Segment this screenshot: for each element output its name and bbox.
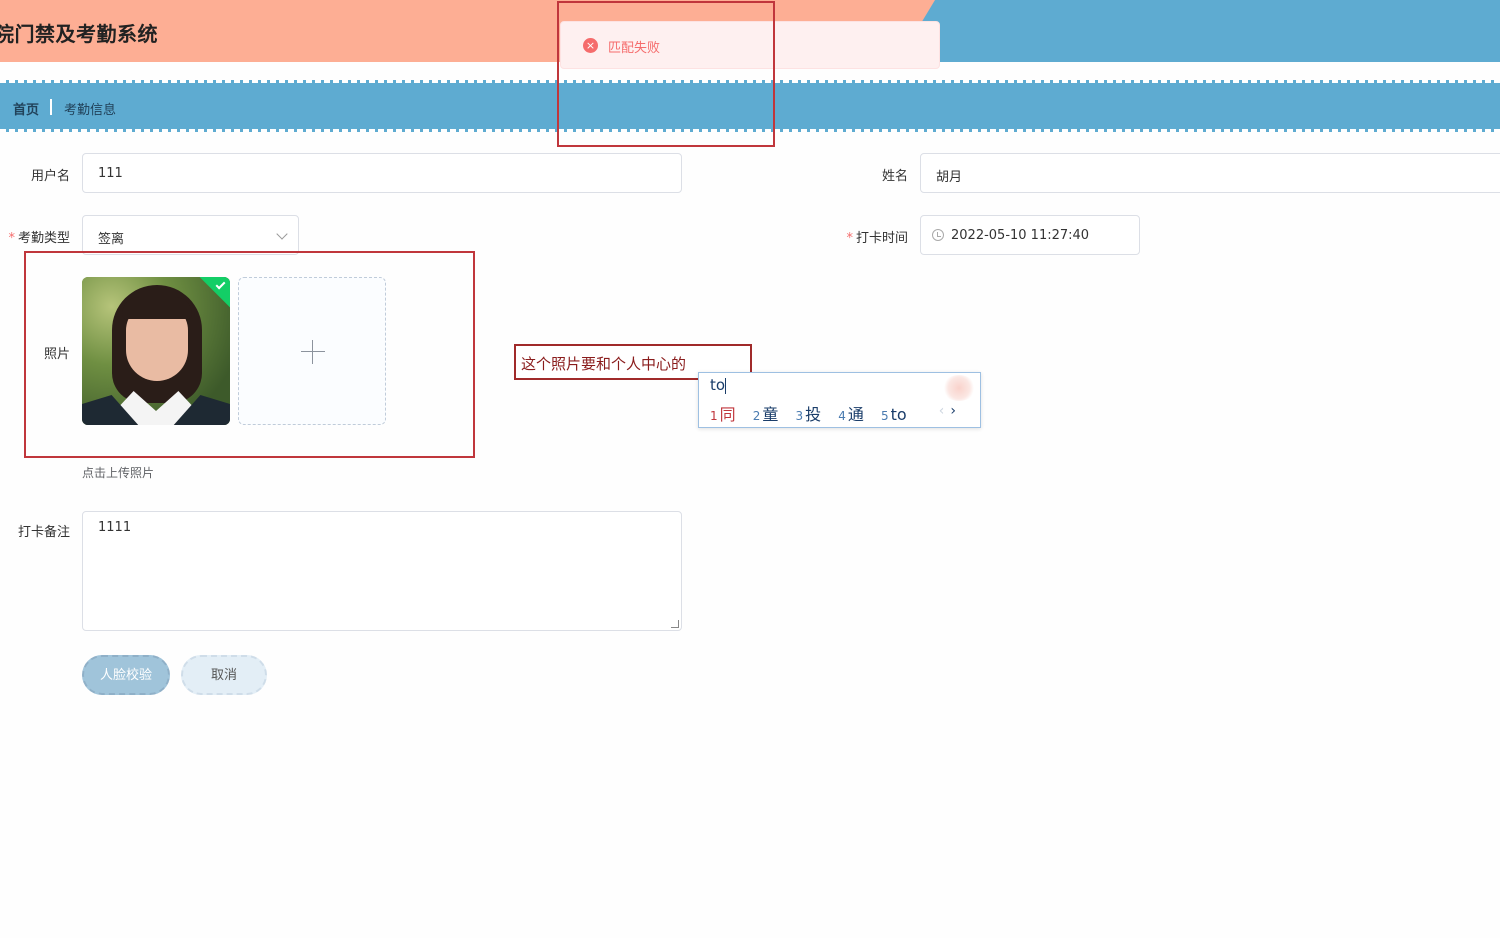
ime-candidate[interactable]: 3投 [796,401,822,425]
annotation-text: 这个照片要和个人中心的 [521,355,687,373]
attendance-type-value: 签离 [98,232,125,247]
breadcrumb-home[interactable]: 首页 [13,99,39,118]
attendance-type-label-text: 考勤类型 [17,231,70,246]
ime-skin-decoration [942,375,976,401]
required-mark: * [8,231,15,246]
app-title: 院门禁及考勤系统 [0,22,158,46]
ime-composition: to [710,376,727,394]
chevron-down-icon [276,228,288,240]
breadcrumb-current: 考勤信息 [64,103,117,118]
upload-hint: 点击上传照片 [82,466,155,480]
name-input[interactable]: 胡月 [920,153,1500,193]
ime-next-icon[interactable]: › [950,403,956,419]
required-mark: * [846,231,853,246]
attendance-type-select[interactable]: 签离 [82,215,299,255]
punch-time-picker[interactable]: 2022-05-10 11:27:40 [920,215,1140,255]
punch-time-label: * 打卡时间 [846,227,908,246]
remark-label: 打卡备注 [17,525,70,540]
ime-candidate[interactable]: 4通 [838,401,864,425]
highlight-box-toast [557,1,775,147]
resize-handle-icon[interactable] [671,620,679,628]
breadcrumb-separator [50,99,52,115]
ime-candidate[interactable]: 1同 [710,401,736,425]
name-label: 姓名 [881,169,908,184]
ime-pager: ‹ › [939,403,956,419]
username-input[interactable]: 111 [82,153,682,193]
text-caret [725,377,727,394]
attendance-type-label: * 考勤类型 [8,227,70,246]
ime-candidates: 1同 2童 3投 4通 5 to [710,401,919,425]
cancel-button[interactable]: 取消 [181,655,267,695]
punch-time-label-text: 打卡时间 [855,231,908,246]
highlight-box-photo [24,251,475,458]
clock-icon [932,229,944,241]
punch-time-value: 2022-05-10 11:27:40 [951,228,1090,243]
ime-candidate[interactable]: 2童 [753,401,779,425]
face-verify-button[interactable]: 人脸校验 [82,655,170,695]
remark-value: 1111 [98,520,132,535]
ime-input-text: to [710,376,726,394]
ime-candidate[interactable]: 5 to [881,405,907,424]
username-label: 用户名 [30,169,70,184]
ime-candidate-window[interactable]: to 1同 2童 3投 4通 5 to ‹ › [698,372,981,428]
ime-prev-icon[interactable]: ‹ [939,403,945,419]
remark-textarea[interactable]: 1111 [82,511,682,631]
